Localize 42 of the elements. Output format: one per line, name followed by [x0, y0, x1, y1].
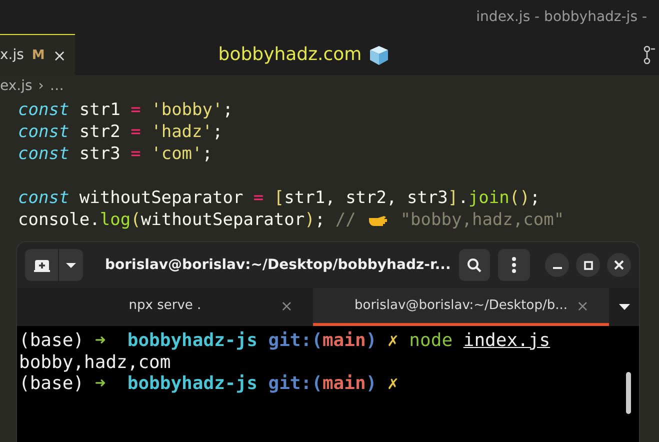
editor-tab[interactable]: x.js M ×	[0, 34, 75, 75]
tab-label: x.js	[0, 47, 24, 63]
code-line: const str3 = 'com';	[18, 143, 213, 165]
maximize-icon	[584, 260, 592, 270]
breadcrumb-item[interactable]: ex.js	[0, 78, 32, 94]
close-icon	[614, 260, 624, 270]
modified-label: M	[32, 48, 45, 62]
banner-title: bobbyhadz.com	[218, 44, 362, 65]
new-tab-icon	[34, 258, 50, 272]
close-button[interactable]	[607, 253, 631, 277]
code-line: const withoutSeparator = [str1, str2, str3].join();	[18, 187, 540, 209]
search-button[interactable]	[458, 249, 490, 281]
scrollbar[interactable]	[626, 372, 631, 414]
menu-button[interactable]	[498, 249, 530, 281]
terminal-line: bobby,hadz,com	[19, 352, 171, 373]
code-line: const str1 = 'bobby';	[18, 99, 233, 121]
dropdown-button[interactable]	[59, 249, 83, 281]
minimize-icon	[552, 267, 562, 269]
caret-icon	[618, 304, 630, 310]
tab-label: npx serve .	[128, 298, 202, 313]
terminal-tab[interactable]: npx serve . ×	[17, 288, 313, 326]
search-icon	[467, 258, 482, 272]
tab-label: borislav@borislav:~/Desktop/b...	[354, 298, 568, 313]
breadcrumb-item[interactable]: …	[50, 78, 64, 94]
terminal-tab[interactable]: borislav@borislav:~/Desktop/b... ×	[313, 288, 609, 326]
cube-icon	[368, 44, 390, 66]
tab-close-button[interactable]: ×	[576, 296, 589, 314]
breadcrumb-separator: ›	[38, 78, 44, 94]
code-line: const str2 = 'hadz';	[18, 121, 223, 143]
menu-icon	[512, 257, 516, 273]
close-button[interactable]: ×	[52, 46, 66, 64]
caret-icon	[66, 262, 76, 268]
tab-close-button[interactable]: ×	[280, 296, 293, 314]
source-control-icon	[643, 44, 655, 64]
new-tab-button[interactable]	[25, 249, 59, 281]
minimize-button[interactable]	[545, 253, 569, 277]
maximize-button[interactable]	[576, 253, 600, 277]
window-title: index.js - bobbyhadz-js -	[476, 9, 647, 25]
terminal-line: (base) ➜ bobbyhadz-js git:(main) ✗	[19, 373, 398, 394]
terminal-title: borislav@borislav:~/Desktop/bobbyhadz-r...	[104, 257, 451, 273]
code-line: console.log(withoutSeparator); // "bobby,hadz,com"	[18, 209, 564, 231]
terminal-line: (base) ➜ bobbyhadz-js git:(main) ✗ node index.js	[19, 330, 550, 352]
